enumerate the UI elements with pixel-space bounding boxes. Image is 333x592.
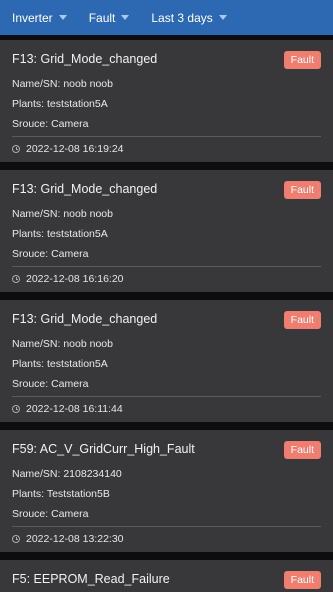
alarm-card[interactable]: F13: Grid_Mode_changed Fault Name/SN: no… bbox=[0, 170, 333, 292]
alarm-plants: Plants: teststation5A bbox=[12, 358, 108, 370]
alarm-card[interactable]: F5: EEPROM_Read_Failure Fault bbox=[0, 560, 333, 592]
device-type-filter-label: Inverter bbox=[12, 10, 53, 25]
alarm-source: Srouce: Camera bbox=[12, 508, 89, 520]
alarm-time: 2022-12-08 16:19:24 bbox=[26, 143, 124, 155]
fault-badge: Fault bbox=[283, 51, 321, 69]
caret-down-icon bbox=[58, 15, 67, 20]
clock-icon bbox=[12, 405, 20, 413]
caret-down-icon bbox=[121, 15, 130, 20]
alarm-title: F13: Grid_Mode_changed bbox=[12, 52, 158, 66]
alarm-card[interactable]: F59: AC_V_GridCurr_High_Fault Fault Name… bbox=[0, 430, 333, 552]
alarm-title: F5: EEPROM_Read_Failure bbox=[12, 572, 170, 586]
alarm-title: F13: Grid_Mode_changed bbox=[12, 312, 158, 326]
divider bbox=[12, 526, 321, 527]
caret-down-icon bbox=[218, 15, 227, 20]
alarm-name-sn: Name/SN: noob noob bbox=[12, 208, 113, 220]
divider bbox=[12, 266, 321, 267]
alarm-plants: Plants: Teststation5B bbox=[12, 488, 110, 500]
time-range-filter-label: Last 3 days bbox=[151, 10, 213, 25]
fault-badge: Fault bbox=[283, 181, 321, 199]
device-type-filter[interactable]: Inverter bbox=[12, 11, 67, 25]
alarm-name-sn: Name/SN: 2108234140 bbox=[12, 468, 122, 480]
alarm-plants: Plants: teststation5A bbox=[12, 228, 108, 240]
alarm-source: Srouce: Camera bbox=[12, 118, 89, 130]
filter-bar: Inverter Fault Last 3 days bbox=[0, 0, 333, 35]
alarm-title: F13: Grid_Mode_changed bbox=[12, 182, 158, 196]
clock-icon bbox=[12, 275, 20, 283]
alarm-level-filter[interactable]: Fault bbox=[89, 11, 130, 25]
alarm-time: 2022-12-08 16:11:44 bbox=[26, 403, 123, 415]
alarm-time: 2022-12-08 13:22:30 bbox=[26, 533, 124, 545]
alarm-time-row: 2022-12-08 13:22:30 bbox=[12, 533, 124, 545]
alarm-list: F13: Grid_Mode_changed Fault Name/SN: no… bbox=[0, 35, 333, 592]
alarm-source: Srouce: Camera bbox=[12, 248, 89, 260]
fault-badge: Fault bbox=[283, 571, 321, 589]
alarm-time: 2022-12-08 16:16:20 bbox=[26, 273, 124, 285]
alarm-time-row: 2022-12-08 16:11:44 bbox=[12, 403, 123, 415]
alarm-card[interactable]: F13: Grid_Mode_changed Fault Name/SN: no… bbox=[0, 300, 333, 422]
clock-icon bbox=[12, 535, 20, 543]
alarm-time-row: 2022-12-08 16:16:20 bbox=[12, 273, 124, 285]
alarm-name-sn: Name/SN: noob noob bbox=[12, 338, 113, 350]
alarm-time-row: 2022-12-08 16:19:24 bbox=[12, 143, 124, 155]
alarm-card[interactable]: F13: Grid_Mode_changed Fault Name/SN: no… bbox=[0, 40, 333, 162]
alarm-name-sn: Name/SN: noob noob bbox=[12, 78, 113, 90]
clock-icon bbox=[12, 145, 20, 153]
alarm-source: Srouce: Camera bbox=[12, 378, 89, 390]
alarm-plants: Plants: teststation5A bbox=[12, 98, 108, 110]
time-range-filter[interactable]: Last 3 days bbox=[151, 10, 227, 25]
fault-badge: Fault bbox=[283, 441, 321, 459]
alarm-title: F59: AC_V_GridCurr_High_Fault bbox=[12, 442, 195, 456]
alarm-level-filter-label: Fault bbox=[88, 10, 116, 25]
fault-badge: Fault bbox=[283, 311, 321, 329]
divider bbox=[12, 136, 321, 137]
divider bbox=[12, 396, 321, 397]
